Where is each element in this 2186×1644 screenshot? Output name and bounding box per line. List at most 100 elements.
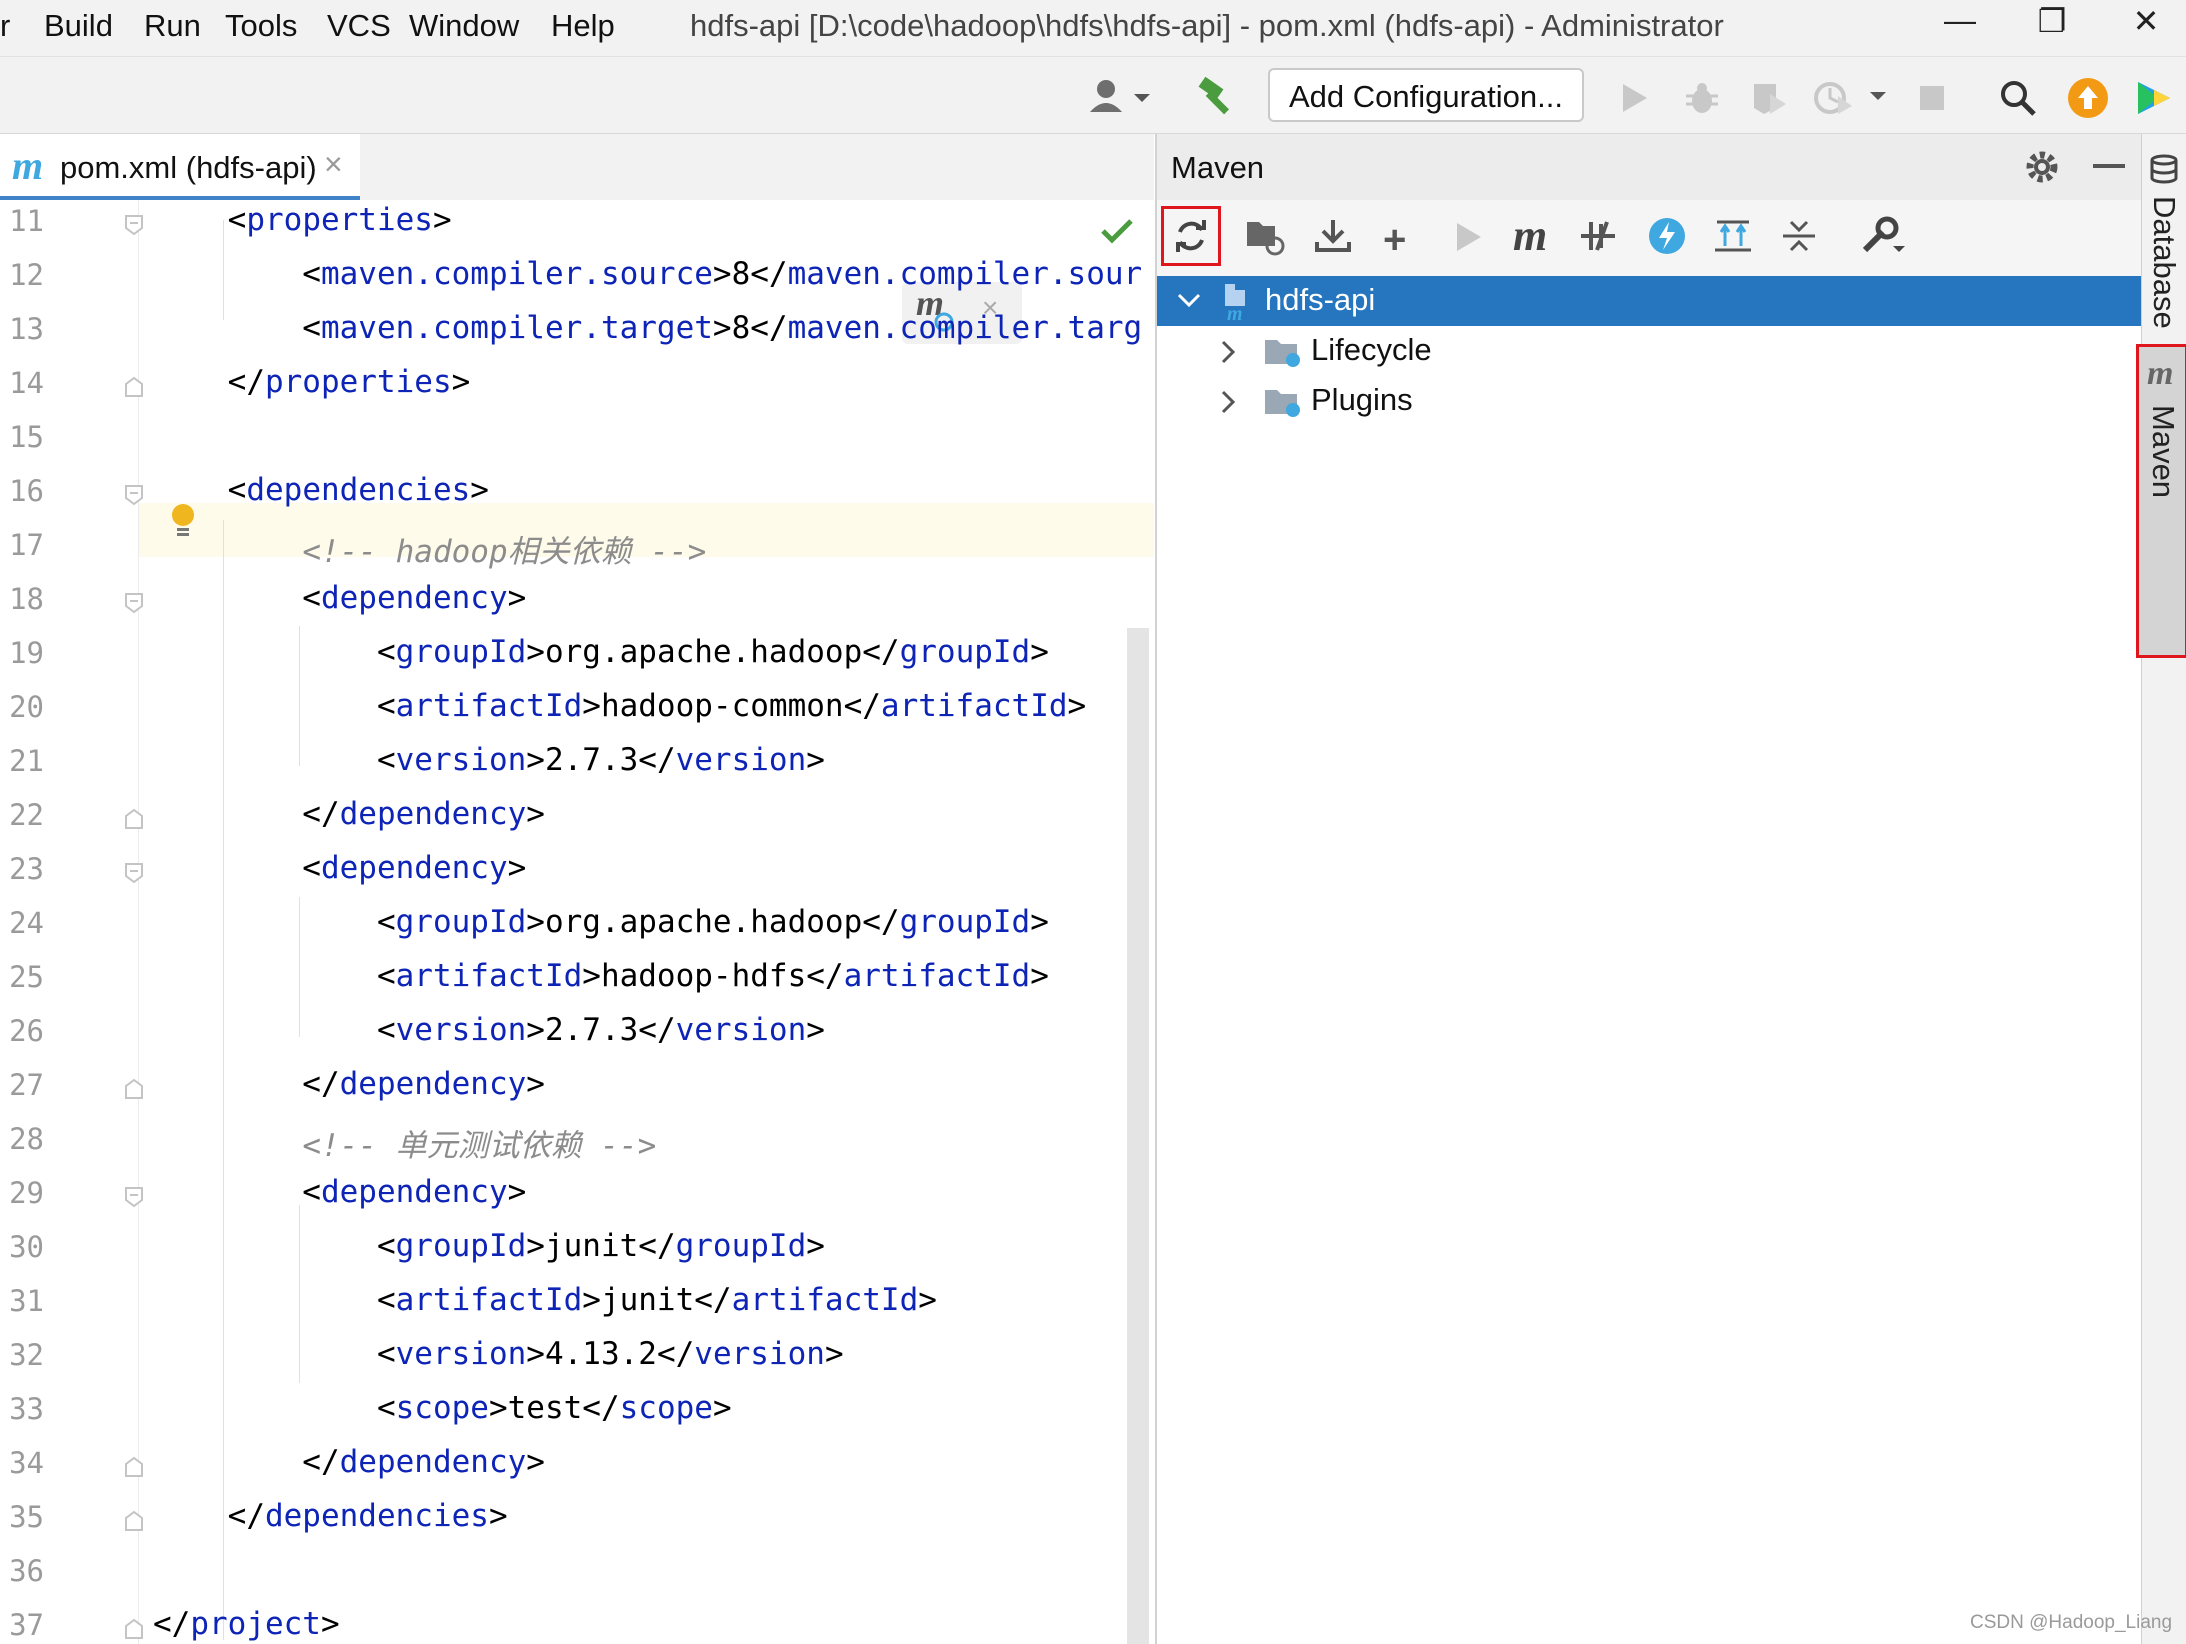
database-icon	[2148, 154, 2180, 189]
line-number: 19	[9, 636, 44, 670]
run-icon[interactable]	[1451, 220, 1485, 259]
code-line: <properties>	[153, 202, 452, 238]
generate-sources-icon[interactable]	[1245, 216, 1287, 261]
tree-item-label: Plugins	[1311, 382, 1413, 417]
line-number: 27	[9, 1068, 44, 1102]
line-number: 15	[9, 420, 44, 454]
code-line: </properties>	[153, 364, 471, 400]
line-number: 12	[9, 258, 44, 292]
update-icon[interactable]	[2064, 74, 2112, 122]
menu-item-edit-partial[interactable]: r	[0, 8, 10, 44]
code-line: <groupId>org.apache.hadoop</groupId>	[153, 634, 1049, 670]
toolbox-icon[interactable]	[2130, 74, 2178, 122]
search-icon[interactable]	[1994, 74, 2042, 122]
tab-pom-xml[interactable]: m pom.xml (hdfs-api) ×	[0, 134, 360, 200]
fold-marker-icon[interactable]	[124, 214, 144, 236]
tab-label: pom.xml (hdfs-api)	[60, 150, 317, 185]
line-number: 18	[9, 582, 44, 616]
line-number: 24	[9, 906, 44, 940]
chevron-right-icon[interactable]	[1219, 390, 1237, 414]
chevron-down-icon[interactable]	[1864, 82, 1892, 110]
fold-marker-icon[interactable]	[124, 1618, 144, 1640]
run-icon[interactable]	[1612, 76, 1656, 120]
line-number: 14	[9, 366, 44, 400]
line-number: 37	[9, 1608, 44, 1642]
tree-item-plugins[interactable]: Plugins	[1157, 378, 2142, 426]
code-line: </dependency>	[153, 1066, 545, 1102]
fold-marker-icon[interactable]	[124, 808, 144, 830]
skip-tests-icon[interactable]	[1647, 216, 1687, 261]
profile-icon[interactable]	[1810, 76, 1858, 120]
menu-item-build[interactable]: Build	[44, 8, 113, 44]
toggle-offline-icon[interactable]	[1577, 216, 1619, 261]
fold-marker-icon[interactable]	[124, 484, 144, 506]
show-dependencies-icon[interactable]	[1713, 216, 1753, 261]
side-tab-database[interactable]: Database	[2146, 196, 2182, 329]
code-line: <maven.compiler.source>8</maven.compiler…	[153, 256, 1143, 292]
code-editor[interactable]: m × 11 <properties> 12 <maven.compiler.so…	[0, 200, 1154, 1644]
fold-marker-icon[interactable]	[124, 1510, 144, 1532]
add-configuration-button[interactable]: Add Configuration...	[1268, 68, 1584, 122]
side-tab-maven[interactable]: m Maven	[2136, 344, 2186, 658]
download-icon[interactable]	[1313, 216, 1353, 261]
add-icon[interactable]: +	[1383, 218, 1406, 263]
line-number: 21	[9, 744, 44, 778]
minimize-button[interactable]: —	[1930, 2, 1990, 39]
stop-icon[interactable]	[1910, 76, 1954, 120]
menu-item-help[interactable]: Help	[551, 8, 615, 44]
debug-icon[interactable]	[1680, 76, 1724, 120]
fold-marker-icon[interactable]	[124, 1456, 144, 1478]
menu-item-window[interactable]: Window	[409, 8, 519, 44]
execute-goal-icon[interactable]: m	[1513, 210, 1547, 261]
line-number: 30	[9, 1230, 44, 1264]
line-number: 28	[9, 1122, 44, 1156]
settings-wrench-icon[interactable]	[1861, 216, 1905, 261]
menu-item-run[interactable]: Run	[144, 8, 201, 44]
collapse-all-icon[interactable]	[1779, 216, 1819, 261]
code-line: <dependency>	[153, 580, 527, 616]
minimize-panel-icon[interactable]	[2093, 164, 2125, 168]
restore-button[interactable]: ❐	[2022, 2, 2082, 40]
line-number: 20	[9, 690, 44, 724]
code-line: <dependencies>	[153, 472, 489, 508]
editor-scrollbar[interactable]	[1127, 628, 1149, 1644]
code-line: <artifactId>hadoop-common</artifactId>	[153, 688, 1087, 724]
folder-gear-icon	[1265, 340, 1300, 367]
maven-m-icon: m	[12, 143, 44, 188]
code-line: <groupId>org.apache.hadoop</groupId>	[153, 904, 1049, 940]
maven-header: Maven	[1157, 134, 2142, 200]
chevron-right-icon[interactable]	[1219, 340, 1237, 364]
maven-tool-window: Maven + m m hdfs-api Lifecycle Plugins	[1155, 134, 2142, 1644]
fold-marker-icon[interactable]	[124, 862, 144, 884]
menu-item-tools[interactable]: Tools	[225, 8, 297, 44]
code-line: </project>	[153, 1606, 340, 1642]
line-number: 35	[9, 1500, 44, 1534]
chevron-down-icon[interactable]	[1177, 292, 1201, 310]
build-hammer-icon[interactable]	[1194, 72, 1242, 120]
line-number: 32	[9, 1338, 44, 1372]
line-number: 11	[9, 204, 44, 238]
fold-marker-icon[interactable]	[124, 1078, 144, 1100]
code-line: <artifactId>hadoop-hdfs</artifactId>	[153, 958, 1049, 994]
tree-item-lifecycle[interactable]: Lifecycle	[1157, 328, 2142, 376]
code-line: </dependency>	[153, 796, 545, 832]
close-button[interactable]: ✕	[2116, 2, 2176, 40]
reload-icon[interactable]	[1161, 206, 1221, 266]
line-number: 36	[9, 1554, 44, 1588]
tab-close-icon[interactable]: ×	[324, 146, 343, 183]
code-line: <dependency>	[153, 1174, 527, 1210]
fold-marker-icon[interactable]	[124, 376, 144, 398]
menu-item-vcs[interactable]: VCS	[327, 8, 391, 44]
line-number: 26	[9, 1014, 44, 1048]
window-title: hdfs-api [D:\code\hadoop\hdfs\hdfs-api] …	[690, 8, 1724, 43]
svg-text:m: m	[1227, 303, 1243, 322]
tree-item-root[interactable]: m hdfs-api	[1157, 276, 2142, 326]
gear-icon[interactable]	[2023, 148, 2061, 191]
fold-marker-icon[interactable]	[124, 592, 144, 614]
coverage-icon[interactable]	[1746, 76, 1794, 120]
tree-item-label: Lifecycle	[1311, 332, 1432, 367]
line-number: 25	[9, 960, 44, 994]
fold-marker-icon[interactable]	[124, 1186, 144, 1208]
user-icon[interactable]	[1086, 76, 1152, 116]
code-line: <!-- 单元测试依赖 -->	[302, 1128, 657, 1164]
